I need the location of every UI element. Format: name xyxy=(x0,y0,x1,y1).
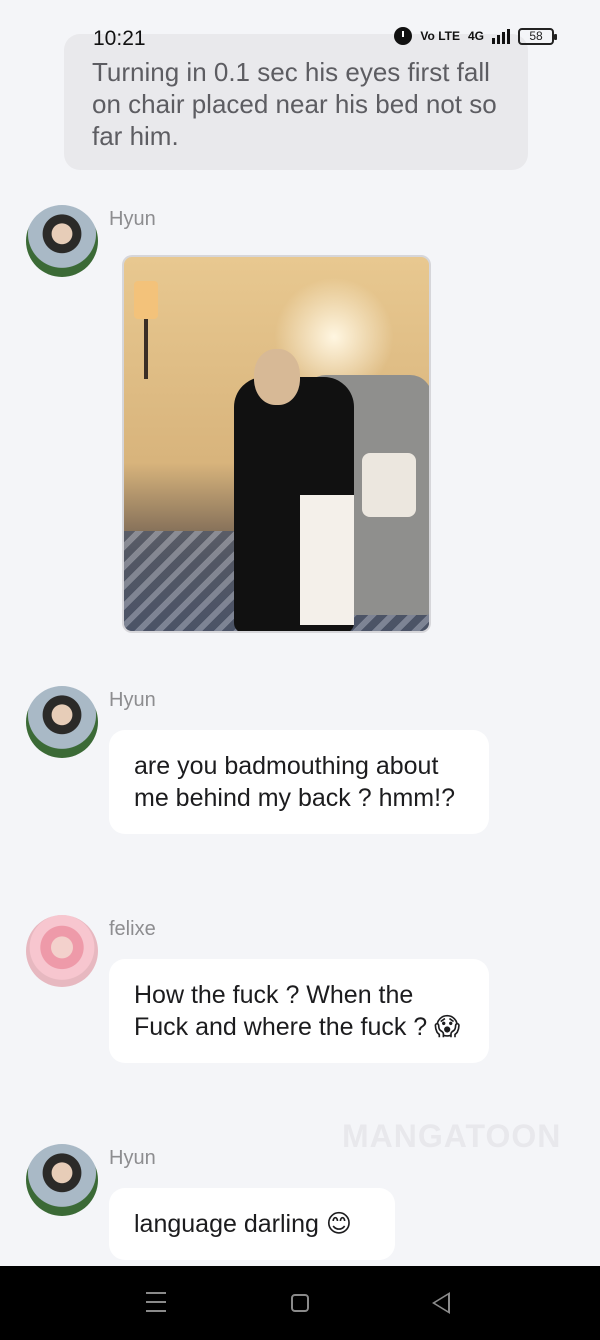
alarm-icon xyxy=(394,27,413,45)
message-bubble: language darling 😊 xyxy=(109,1188,395,1260)
avatar[interactable] xyxy=(26,1144,98,1216)
home-icon[interactable] xyxy=(291,1294,309,1312)
message-bubble: How the fuck ? When the Fuck and where t… xyxy=(109,959,489,1063)
back-icon[interactable] xyxy=(432,1292,450,1314)
status-icons: Vo LTE 4G 58 xyxy=(394,27,557,45)
sender-name: Hyun xyxy=(109,689,156,711)
volte-label: Vo LTE xyxy=(420,29,460,43)
signal-icon xyxy=(492,28,510,44)
sender-name: felixe xyxy=(109,918,156,940)
sender-name: Hyun xyxy=(109,1147,156,1169)
status-time: 10:21 xyxy=(93,27,146,50)
menu-icon[interactable] xyxy=(146,1292,166,1312)
narration-text: Turning in 0.1 sec his eyes first fall o… xyxy=(92,57,497,151)
avatar[interactable] xyxy=(26,915,98,987)
watermark-logo: MANGATOON xyxy=(342,1118,562,1154)
status-bar: 10:21 Vo LTE 4G 58 xyxy=(0,24,600,54)
battery-icon: 58 xyxy=(518,27,557,45)
message-photo[interactable] xyxy=(122,255,431,633)
system-nav-bar xyxy=(0,1266,600,1340)
message-bubble: are you badmouthing about me behind my b… xyxy=(109,730,489,834)
sender-name: Hyun xyxy=(109,208,156,230)
narration-box: Turning in 0.1 sec his eyes first fall o… xyxy=(64,34,528,170)
avatar[interactable] xyxy=(26,686,98,758)
avatar[interactable] xyxy=(26,205,98,277)
network-label: 4G xyxy=(467,29,484,43)
